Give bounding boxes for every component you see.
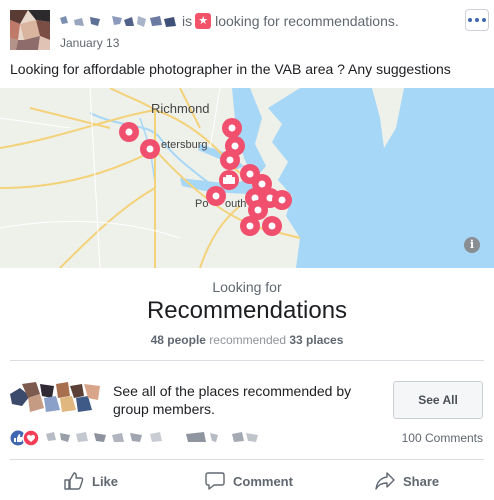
comments-count[interactable]: 100 Comments [394,431,483,445]
like-label: Like [92,473,119,489]
recommender-avatars[interactable] [10,380,102,414]
map-pin[interactable] [119,122,139,142]
comment-bubble-icon [205,472,225,490]
summary-middle: recommended [209,333,287,347]
map-pin[interactable] [220,150,240,170]
map-pin[interactable] [272,190,292,210]
thumbs-up-icon [64,472,84,490]
map-pin[interactable] [240,216,260,236]
map-pin-cluster[interactable] [219,170,239,190]
recommendations-title: Recommendations [146,297,348,324]
author-avatar[interactable] [10,10,50,50]
map-label-petersburg: etersburg [161,139,208,151]
map-pin[interactable] [262,216,282,236]
author-name-redacted[interactable] [60,14,180,30]
places-count[interactable]: 33 places [289,333,343,347]
divider [10,459,484,460]
looking-for-label: Looking for [212,279,282,295]
map-pin[interactable] [206,186,226,206]
reactor-names-redacted[interactable] [46,430,276,444]
post-date[interactable]: January 13 [60,36,119,50]
see-all-description: See all of the places recommended by gro… [113,383,352,417]
map-label-richmond: Richmond [151,101,210,116]
love-reaction-icon [22,429,40,447]
more-options-icon [468,18,472,22]
post-status-line: is ★ looking for recommendations. [182,13,399,29]
recommendations-map[interactable]: Richmond etersburg Po outh [0,88,494,268]
map-canvas[interactable] [0,88,494,268]
post-header: is ★ looking for recommendations. Januar… [0,0,494,58]
status-prefix: is [182,13,193,29]
map-label-portsmouth: Po [195,198,209,210]
map-info-icon[interactable]: i [464,237,480,253]
share-button[interactable]: Share [375,470,439,492]
see-all-button[interactable]: See All [393,381,483,419]
map-pin[interactable] [222,118,242,138]
map-label-portsmouth-suffix: outh [225,198,247,210]
status-text: looking for recommendations. [215,13,399,29]
map-pin[interactable] [140,139,160,159]
more-options-button[interactable] [465,9,489,31]
like-button[interactable]: Like [64,470,118,492]
share-label: Share [403,473,440,489]
share-arrow-icon [375,472,395,490]
divider [10,360,484,361]
action-bar: Like Comment Share [0,470,494,494]
recommendation-star-icon: ★ [195,13,212,29]
people-count[interactable]: 48 people [151,333,206,347]
reaction-icons[interactable] [9,429,50,447]
post-text: Looking for affordable photographer in t… [10,61,451,77]
recommendations-summary: 48 people recommended 33 places [0,333,494,347]
comment-label: Comment [233,473,293,489]
comment-button[interactable]: Comment [205,470,293,492]
